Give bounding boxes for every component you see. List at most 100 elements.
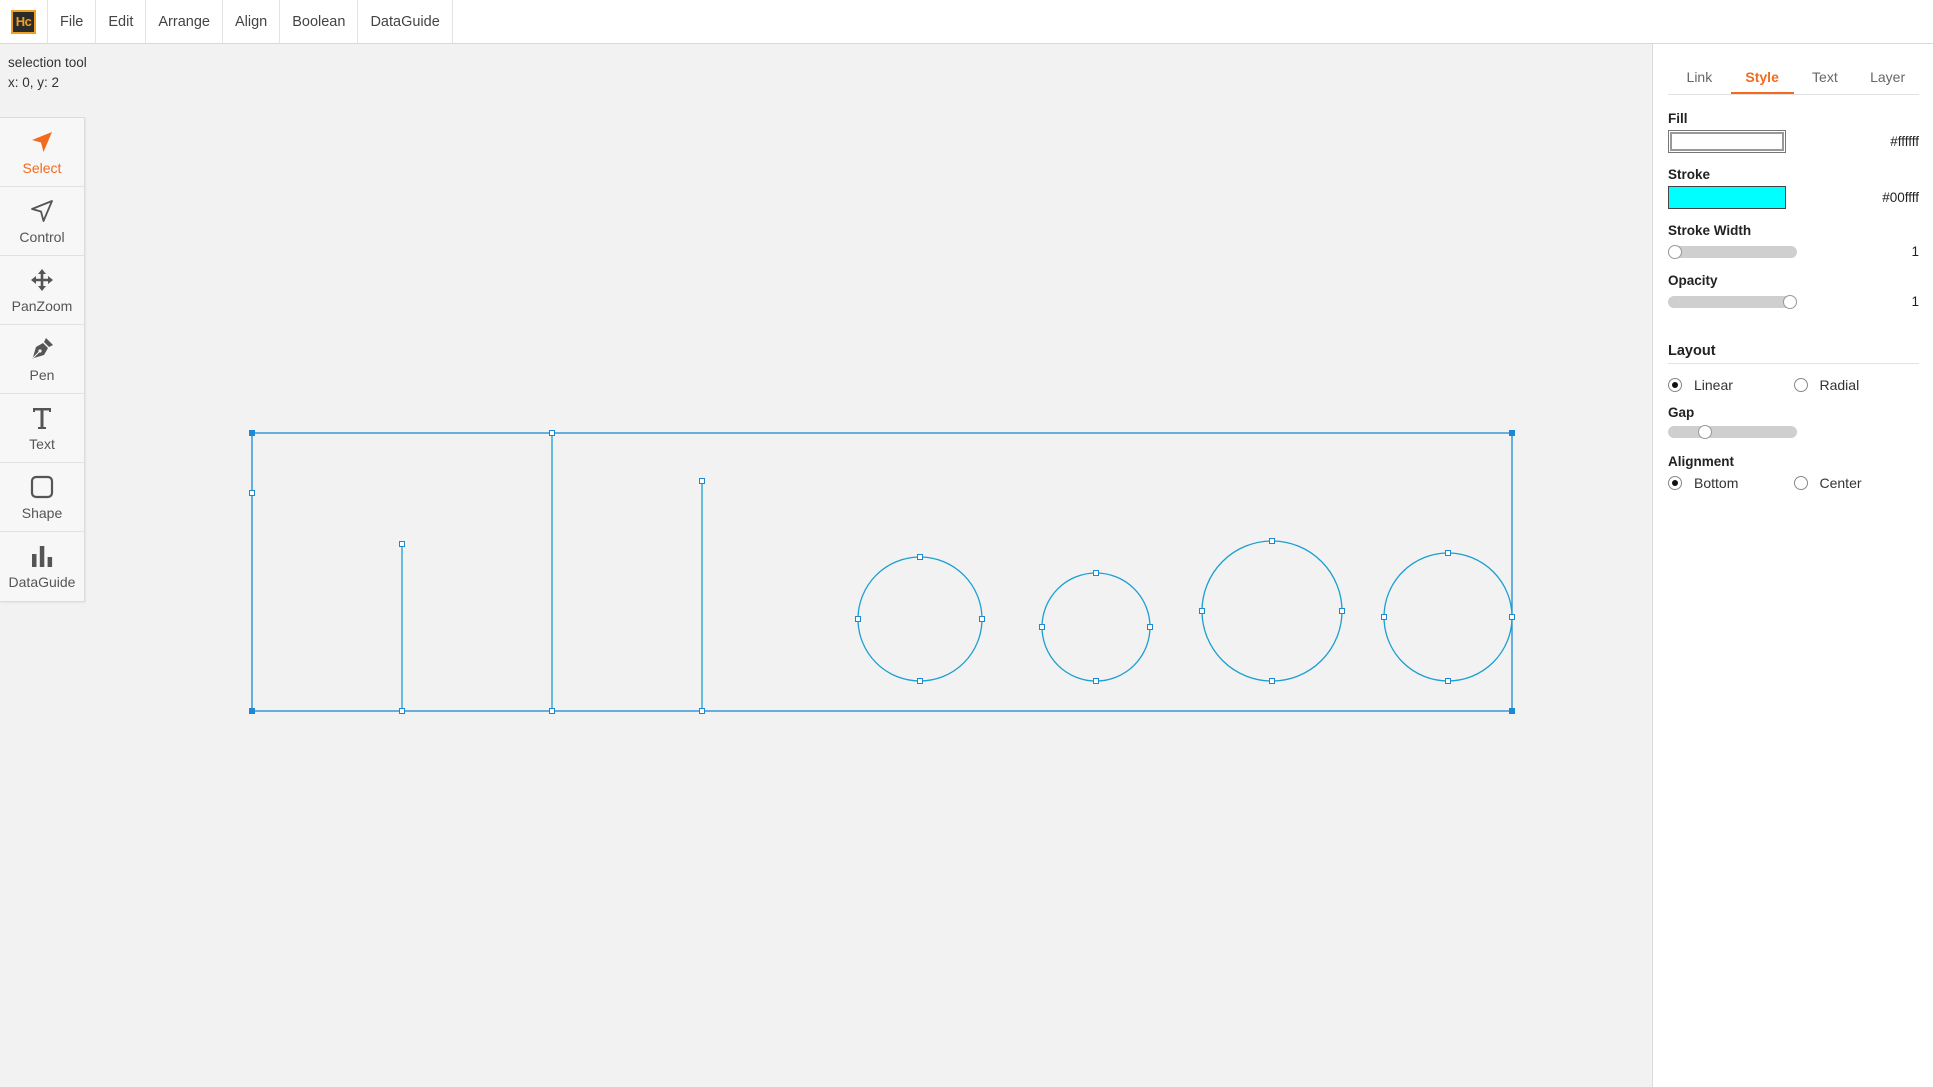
align-bottom-radio[interactable]: Bottom: [1668, 475, 1794, 491]
stroke-value: #00ffff: [1882, 190, 1919, 205]
handle[interactable]: [1339, 608, 1345, 614]
tool-label: Control: [19, 228, 65, 245]
handle[interactable]: [979, 616, 985, 622]
layout-title: Layout: [1668, 343, 1919, 364]
circle-1[interactable]: [857, 556, 983, 682]
handle[interactable]: [855, 616, 861, 622]
gap-slider[interactable]: [1668, 425, 1797, 439]
align-center-radio[interactable]: Center: [1793, 475, 1920, 491]
slider-knob[interactable]: [1698, 425, 1712, 439]
handle[interactable]: [1039, 624, 1045, 630]
tool-panzoom[interactable]: PanZoom: [0, 256, 84, 325]
tool-control[interactable]: Control: [0, 187, 84, 256]
corner-handle-tl[interactable]: [249, 430, 255, 436]
menu-edit[interactable]: Edit: [96, 0, 147, 43]
handle[interactable]: [1381, 614, 1387, 620]
arrow-icon: [32, 131, 52, 152]
handle[interactable]: [1199, 608, 1205, 614]
menu-boolean[interactable]: Boolean: [280, 0, 359, 43]
corner-handle-br[interactable]: [1509, 708, 1515, 714]
drawing-canvas[interactable]: [0, 44, 1652, 1087]
menu-align[interactable]: Align: [223, 0, 281, 43]
stroke-width-label: Stroke Width: [1668, 223, 1752, 238]
fill-value: #ffffff: [1890, 134, 1919, 149]
gap-label: Gap: [1668, 405, 1695, 420]
tab-layer[interactable]: Layer: [1856, 61, 1919, 94]
handle[interactable]: [549, 708, 555, 714]
menu-arrange[interactable]: Arrange: [146, 0, 223, 43]
handle[interactable]: [249, 490, 255, 496]
stroke-width-value: 1: [1911, 244, 1919, 259]
handle[interactable]: [549, 430, 555, 436]
properties-panel: Link Style Text Layer Fill #ffffff Strok…: [1652, 44, 1933, 1087]
tool-label: Shape: [21, 504, 63, 521]
tab-link[interactable]: Link: [1668, 61, 1731, 94]
square-icon: [30, 475, 54, 498]
handle[interactable]: [1269, 538, 1275, 544]
opacity-value: 1: [1911, 294, 1919, 309]
logo-cell: Hc: [0, 0, 48, 43]
slider-knob[interactable]: [1668, 244, 1682, 259]
tool-text[interactable]: Text: [0, 394, 84, 463]
fill-label: Fill: [1668, 111, 1688, 126]
radio-dot: [1668, 378, 1682, 392]
tool-label: DataGuide: [8, 574, 76, 590]
stroke-width-slider[interactable]: [1668, 244, 1797, 259]
handle[interactable]: [699, 478, 705, 484]
navigation-icon: [31, 199, 53, 222]
tool-select[interactable]: Select: [0, 118, 84, 187]
opacity-slider[interactable]: [1668, 294, 1797, 309]
radio-label: Linear: [1694, 377, 1733, 393]
handle[interactable]: [1269, 678, 1275, 684]
tool-pen[interactable]: Pen: [0, 325, 84, 394]
selection-bounding-box[interactable]: [251, 432, 1513, 712]
handle[interactable]: [1445, 678, 1451, 684]
opacity-label: Opacity: [1668, 273, 1718, 288]
stroke-label: Stroke: [1668, 167, 1711, 182]
status-tool: selection tool: [8, 55, 87, 70]
circle-3[interactable]: [1201, 540, 1343, 682]
layout-radial-radio[interactable]: Radial: [1793, 377, 1920, 393]
tool-palette: Select Control PanZoom Pen Text Shape Da…: [0, 117, 85, 602]
menu-bar: Hc File Edit Arrange Align Boolean DataG…: [0, 0, 1933, 44]
radio-dot: [1668, 476, 1682, 490]
stroke-color-swatch[interactable]: [1668, 186, 1786, 209]
canvas-svg[interactable]: [0, 44, 1652, 1087]
panel-tabs: Link Style Text Layer: [1668, 61, 1919, 95]
move-icon: [31, 268, 53, 291]
corner-handle-tr[interactable]: [1509, 430, 1515, 436]
tab-style[interactable]: Style: [1730, 61, 1794, 94]
handle[interactable]: [1445, 550, 1451, 556]
tab-text[interactable]: Text: [1794, 61, 1857, 94]
circle-2[interactable]: [1041, 572, 1151, 682]
tool-shape[interactable]: Shape: [0, 463, 84, 532]
handle[interactable]: [1093, 678, 1099, 684]
menu-dataguide[interactable]: DataGuide: [358, 0, 453, 43]
tool-label: Pen: [29, 366, 55, 383]
tool-label: Select: [22, 159, 62, 176]
fill-color-swatch[interactable]: [1668, 130, 1786, 153]
layout-linear-radio[interactable]: Linear: [1668, 377, 1794, 393]
handle[interactable]: [917, 554, 923, 560]
corner-handle-bl[interactable]: [249, 708, 255, 714]
app-logo: Hc: [11, 9, 36, 34]
alignment-label: Alignment: [1668, 454, 1734, 469]
pen-icon: [32, 337, 53, 359]
status-coords: x: 0, y: 2: [8, 75, 60, 90]
handle[interactable]: [1509, 614, 1515, 620]
handle[interactable]: [699, 708, 705, 714]
handle[interactable]: [1147, 624, 1153, 630]
bar-chart-icon: [32, 546, 53, 567]
status-readout: selection tool x: 0, y: 2: [8, 53, 87, 93]
handle[interactable]: [1093, 570, 1099, 576]
radio-dot: [1793, 378, 1808, 392]
handle[interactable]: [399, 708, 405, 714]
handle[interactable]: [399, 541, 405, 547]
tool-dataguide[interactable]: DataGuide: [0, 532, 84, 601]
tool-label: PanZoom: [11, 297, 73, 314]
circle-4[interactable]: [1383, 552, 1513, 682]
handle[interactable]: [917, 678, 923, 684]
slider-knob[interactable]: [1783, 294, 1797, 309]
text-icon: [33, 407, 51, 429]
menu-file[interactable]: File: [48, 0, 97, 43]
